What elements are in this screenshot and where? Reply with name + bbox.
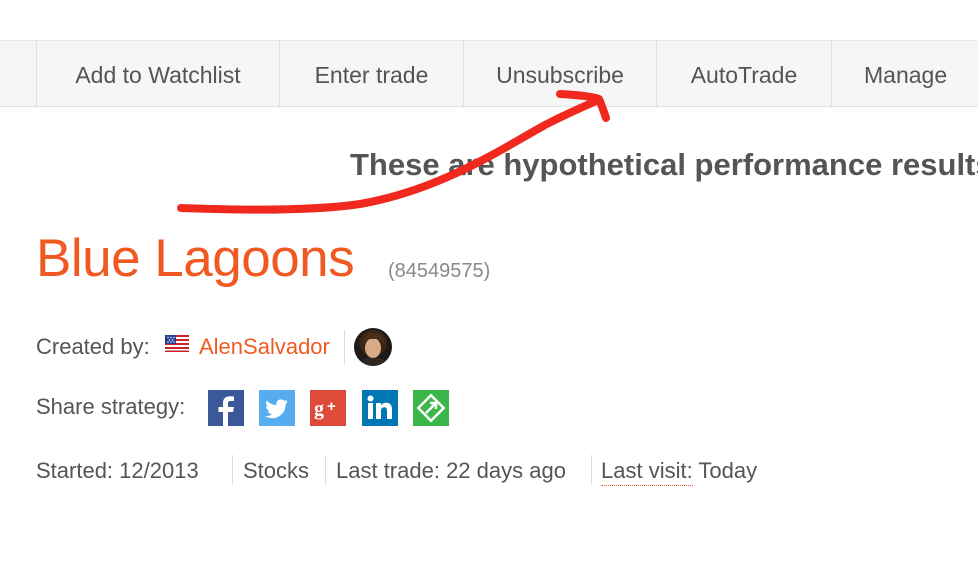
last-visit: Last visit: Today (601, 458, 758, 486)
twitter-icon[interactable] (259, 390, 295, 426)
us-flag-icon (165, 335, 189, 352)
strategy-id: (84549575) (388, 260, 491, 282)
facebook-icon[interactable] (208, 390, 244, 426)
created-by-label: Created by: (36, 334, 150, 359)
divider (232, 455, 233, 485)
add-to-watchlist-button[interactable]: Add to Watchlist (36, 41, 279, 106)
divider (344, 330, 345, 364)
last-trade: Last trade: 22 days ago (336, 458, 566, 483)
share-strategy-label: Share strategy: (36, 394, 186, 419)
last-visit-label[interactable]: Last visit: (601, 458, 693, 486)
svg-text:g: g (314, 398, 324, 420)
divider (591, 455, 592, 485)
hypothetical-disclaimer: These are hypothetical performance resul… (350, 147, 978, 182)
creator-avatar[interactable] (354, 328, 392, 366)
market-type: Stocks (243, 458, 310, 483)
google-plus-icon[interactable]: g + (310, 390, 346, 426)
creator-name-link[interactable]: AlenSalvador (199, 334, 330, 360)
divider (325, 455, 326, 485)
linkedin-icon[interactable] (362, 390, 398, 426)
strategy-title: Blue Lagoons (36, 229, 355, 288)
last-visit-value: Today (698, 458, 758, 483)
svg-text:+: + (327, 398, 336, 415)
link-icon[interactable] (413, 390, 449, 426)
enter-trade-button[interactable]: Enter trade (279, 41, 463, 106)
autotrade-button[interactable]: AutoTrade (656, 41, 831, 106)
started-date: Started: 12/2013 (36, 458, 199, 483)
unsubscribe-button[interactable]: Unsubscribe (463, 41, 656, 106)
manage-button[interactable]: Manage (831, 41, 978, 106)
strategy-toolbar: Add to Watchlist Enter trade Unsubscribe… (0, 40, 978, 107)
